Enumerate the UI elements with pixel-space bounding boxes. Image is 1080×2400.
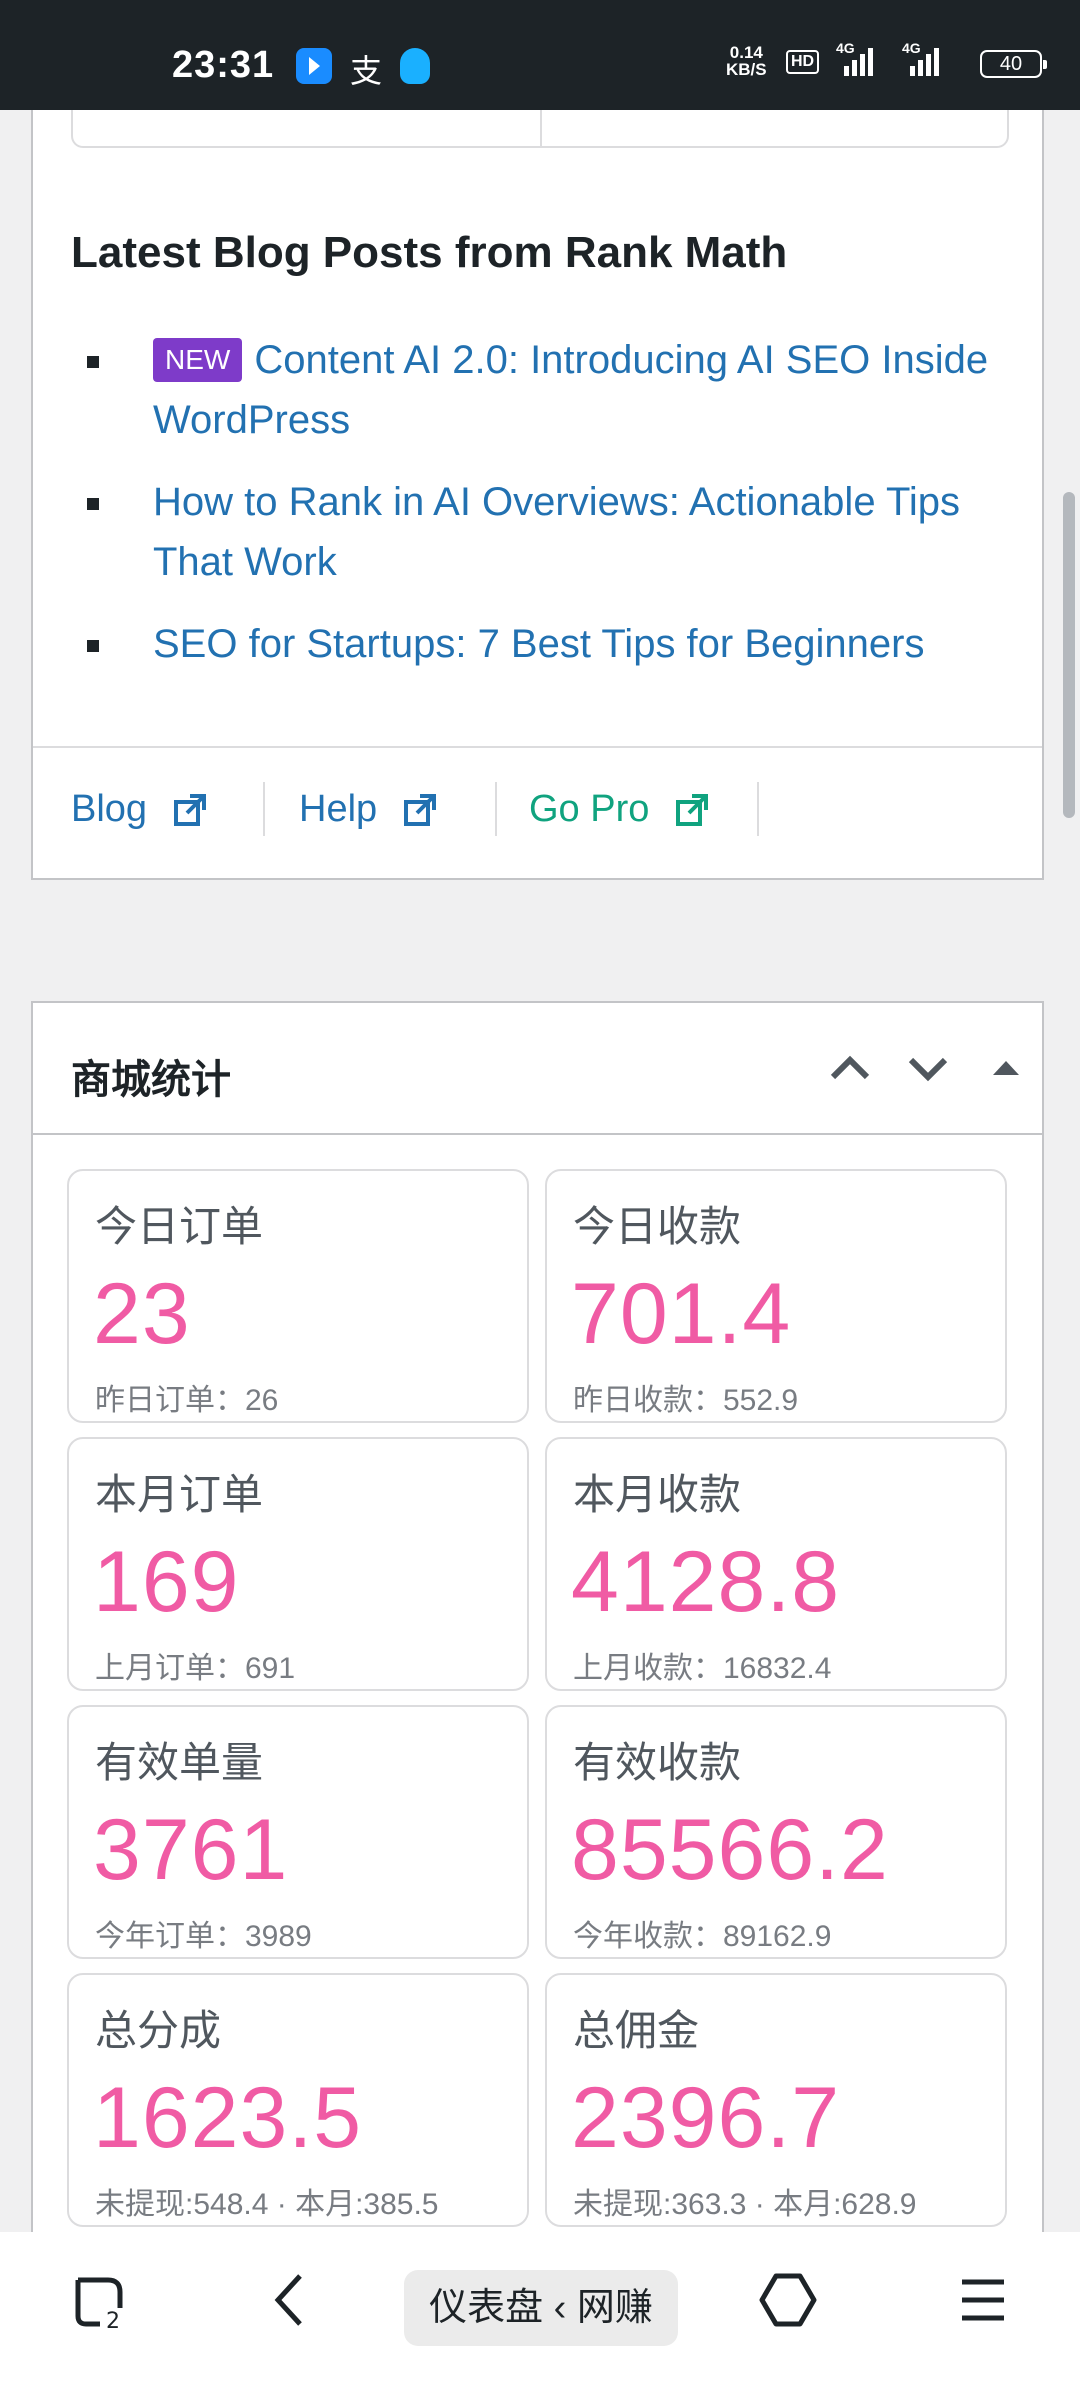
stat-sub: 未提现:363.3 · 本月:628.9 — [573, 2188, 917, 2221]
go-pro-link[interactable]: Go Pro — [529, 788, 709, 831]
stat-label: 今日收款 — [573, 1203, 742, 1250]
go-pro-link-label: Go Pro — [529, 788, 650, 830]
chevron-left-icon — [274, 2274, 302, 2326]
blog-heading: Latest Blog Posts from Rank Math — [71, 228, 788, 277]
footer-separator — [757, 782, 759, 836]
stat-sub: 今年订单：3989 — [95, 1920, 312, 1953]
back-button[interactable] — [266, 2270, 316, 2330]
move-down-button[interactable] — [893, 1033, 963, 1103]
blog-post-list: NEW Content AI 2.0: Introducing AI SEO In… — [87, 330, 997, 696]
tabs-icon: 2 — [75, 2277, 123, 2334]
stat-month-revenue: 本月收款 4128.8 上月收款：16832.4 — [545, 1437, 1007, 1691]
menu-icon — [962, 2279, 1004, 2321]
menu-button[interactable] — [958, 2270, 1008, 2330]
widget-title: 商城统计 — [71, 1058, 231, 1102]
blog-post-link[interactable]: Content AI 2.0: Introducing AI SEO Insid… — [153, 338, 988, 442]
qq-icon — [400, 48, 430, 84]
stat-value: 169 — [93, 1534, 240, 1630]
svg-text:2: 2 — [106, 2309, 120, 2334]
stat-sub: 上月订单：691 — [95, 1652, 296, 1685]
blog-link-label: Blog — [71, 788, 148, 830]
hd-voice-icon: HD — [786, 50, 820, 74]
tabs-button[interactable]: 2 — [68, 2270, 128, 2334]
rank-math-widget: Latest Blog Posts from Rank Math NEW Cont… — [31, 110, 1044, 880]
stat-value: 4128.8 — [571, 1534, 841, 1630]
stat-today-revenue: 今日收款 701.4 昨日收款：552.9 — [545, 1169, 1007, 1423]
blog-post-item[interactable]: NEW Content AI 2.0: Introducing AI SEO In… — [87, 330, 997, 450]
shop-stats-widget: 商城统计 今日订单 23 昨日订单：26 今日收款 701.4 昨日收款：552… — [31, 1001, 1044, 2241]
new-badge: NEW — [153, 338, 243, 382]
network-speed: 0.14 KB/S — [726, 43, 767, 79]
status-bar: 23:31 支 0.14 KB/S HD 4G 4G 40 — [0, 0, 1080, 110]
stat-month-orders: 本月订单 169 上月订单：691 — [67, 1437, 529, 1691]
stat-valid-orders: 有效单量 3761 今年订单：3989 — [67, 1705, 529, 1959]
battery-icon: 40 — [980, 50, 1047, 78]
previous-table-bottom — [71, 110, 1009, 148]
triangle-up-icon — [993, 1061, 1019, 1075]
external-link-icon — [676, 793, 709, 826]
blog-post-link[interactable]: How to Rank in AI Overviews: Actionable … — [153, 480, 960, 584]
stat-today-orders: 今日订单 23 昨日订单：26 — [67, 1169, 529, 1423]
footer-separator — [495, 782, 497, 836]
stat-total-share: 总分成 1623.5 未提现:548.4 · 本月:385.5 — [67, 1973, 529, 2227]
blog-post-item[interactable]: SEO for Startups: 7 Best Tips for Beginn… — [87, 614, 997, 674]
status-time: 23:31 — [172, 44, 275, 86]
page-title-pill[interactable]: 仪表盘 ‹ 网赚 — [404, 2270, 678, 2346]
widget-footer: Blog Help Go Pro — [33, 746, 1042, 880]
stat-sub: 未提现:548.4 · 本月:385.5 — [95, 2188, 439, 2221]
stat-sub: 今年收款：89162.9 — [573, 1920, 832, 1953]
stat-value: 3761 — [93, 1802, 289, 1898]
home-icon — [759, 2273, 817, 2327]
widget-header: 商城统计 — [33, 1003, 1042, 1135]
home-button[interactable] — [758, 2270, 818, 2330]
footer-separator — [263, 782, 265, 836]
external-link-icon — [404, 793, 437, 826]
stat-label: 今日订单 — [95, 1203, 264, 1250]
stat-label: 总佣金 — [573, 2007, 700, 2054]
toggle-panel-button[interactable] — [971, 1033, 1041, 1103]
blog-link[interactable]: Blog — [71, 788, 207, 831]
stat-sub: 昨日收款：552.9 — [573, 1384, 799, 1417]
stat-label: 本月收款 — [573, 1471, 742, 1518]
alipay-icon: 支 — [350, 52, 383, 90]
stat-value: 85566.2 — [571, 1802, 889, 1898]
stat-value: 1623.5 — [93, 2070, 363, 2166]
stat-label: 有效收款 — [573, 1739, 742, 1786]
stat-label: 总分成 — [95, 2007, 222, 2054]
stat-sub: 昨日订单：26 — [95, 1384, 279, 1417]
browser-bottom-nav: 2 仪表盘 ‹ 网赚 — [0, 2232, 1080, 2400]
stat-value: 2396.7 — [571, 2070, 841, 2166]
signal-icon — [844, 46, 873, 76]
blog-post-link[interactable]: SEO for Startups: 7 Best Tips for Beginn… — [153, 622, 924, 666]
stat-total-commission: 总佣金 2396.7 未提现:363.3 · 本月:628.9 — [545, 1973, 1007, 2227]
stat-value: 701.4 — [571, 1266, 792, 1362]
chevron-down-icon — [908, 1057, 948, 1082]
chevron-up-icon — [830, 1055, 870, 1080]
signal-icon — [910, 46, 939, 76]
external-link-icon — [174, 793, 207, 826]
stat-value: 23 — [93, 1266, 191, 1362]
move-up-button[interactable] — [815, 1033, 885, 1103]
stat-valid-revenue: 有效收款 85566.2 今年收款：89162.9 — [545, 1705, 1007, 1959]
blog-post-item[interactable]: How to Rank in AI Overviews: Actionable … — [87, 472, 997, 592]
help-link[interactable]: Help — [299, 788, 437, 831]
status-indicators: 0.14 KB/S HD 4G 4G 40 — [660, 40, 1080, 84]
blue-arrow-icon — [296, 48, 332, 84]
help-link-label: Help — [299, 788, 378, 830]
stat-label: 有效单量 — [95, 1739, 264, 1786]
stat-label: 本月订单 — [95, 1471, 264, 1518]
stat-sub: 上月收款：16832.4 — [573, 1652, 832, 1685]
table-divider — [540, 110, 542, 148]
page-scrollbar[interactable] — [1063, 492, 1075, 818]
